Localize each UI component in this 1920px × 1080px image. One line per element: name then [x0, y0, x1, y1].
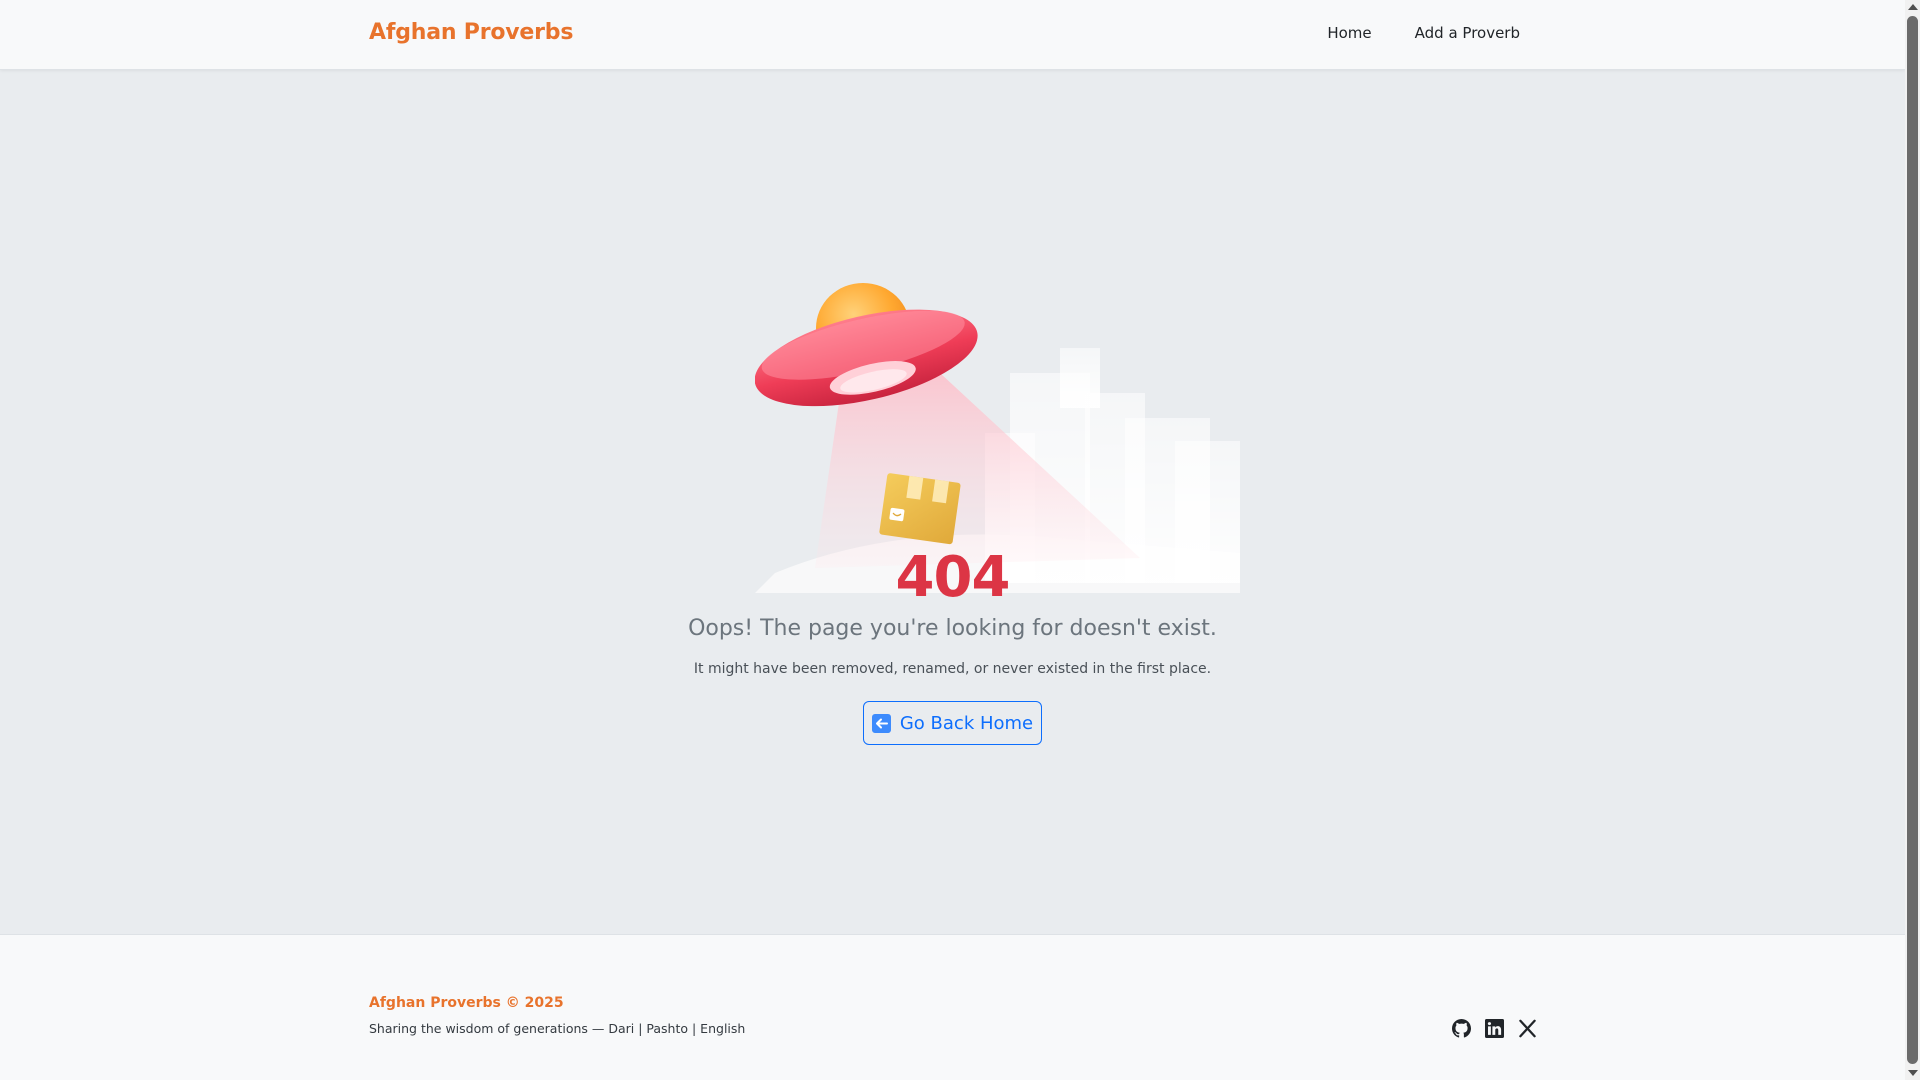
go-back-home-label: Go Back Home [899, 712, 1034, 734]
error-code: 404 [895, 545, 1011, 610]
x-icon[interactable] [1518, 1019, 1537, 1038]
error-description: It might have been removed, renamed, or … [693, 661, 1212, 677]
arrow-left-icon [871, 713, 891, 733]
nav-link-home[interactable]: Home [1327, 24, 1371, 42]
main-content: 404 Oops! The page you're looking for do… [0, 70, 1905, 934]
footer: Afghan Proverbs © 2025 Sharing the wisdo… [0, 934, 1905, 1080]
footer-brand: Afghan Proverbs © 2025 [369, 995, 564, 1011]
linkedin-icon[interactable] [1485, 1019, 1504, 1038]
nav-link-add-proverb[interactable]: Add a Proverb [1415, 24, 1520, 42]
page-scrollbar[interactable] [1905, 0, 1920, 1080]
nav-links: Home Add a Proverb [1327, 24, 1520, 42]
github-icon[interactable] [1452, 1019, 1471, 1038]
go-back-home-button[interactable]: Go Back Home [863, 701, 1042, 745]
scroll-thumb[interactable] [1907, 16, 1918, 1064]
brand-link[interactable]: Afghan Proverbs [369, 20, 573, 45]
footer-tagline: Sharing the wisdom of generations — Dari… [369, 1021, 746, 1036]
scroll-up-arrow[interactable] [1908, 4, 1918, 10]
social-links [1452, 1019, 1537, 1038]
error-title: Oops! The page you're looking for doesn'… [688, 616, 1217, 641]
navbar: Afghan Proverbs Home Add a Proverb [0, 0, 1905, 70]
scroll-down-arrow[interactable] [1908, 1070, 1918, 1076]
ufo-illustration [755, 283, 1240, 593]
